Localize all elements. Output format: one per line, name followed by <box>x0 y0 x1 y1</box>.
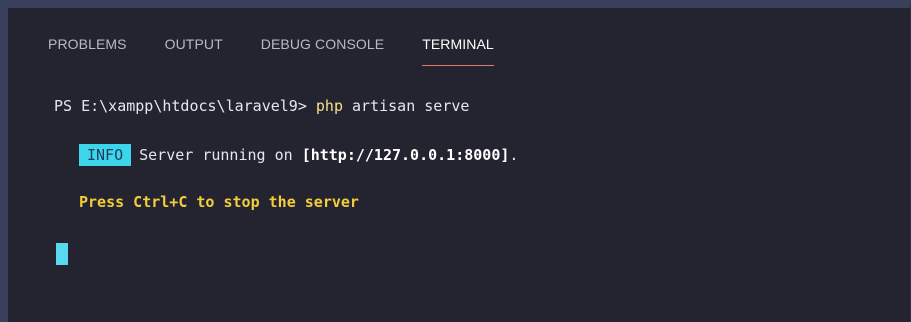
info-text: Server running on <box>139 146 302 164</box>
tab-debug-console[interactable]: DEBUG CONSOLE <box>261 36 384 66</box>
terminal-command: php <box>315 97 343 115</box>
panel-tab-bar: PROBLEMS OUTPUT DEBUG CONSOLE TERMINAL <box>48 36 532 66</box>
tab-output[interactable]: OUTPUT <box>165 36 223 66</box>
terminal-panel: PROBLEMS OUTPUT DEBUG CONSOLE TERMINAL P… <box>0 0 911 322</box>
terminal-output[interactable]: PS E:\xampp\htdocs\laravel9> php artisan… <box>54 94 900 214</box>
info-suffix: . <box>509 146 519 164</box>
info-badge: INFO <box>79 144 132 166</box>
server-url: [http://127.0.0.1:8000] <box>301 146 510 164</box>
terminal-command-args: artisan serve <box>343 97 470 115</box>
terminal-hint: Press Ctrl+C to stop the server <box>79 193 359 211</box>
tab-terminal[interactable]: TERMINAL <box>422 36 494 66</box>
terminal-info-line: INFO Server running on [http://127.0.0.1:… <box>54 143 900 167</box>
terminal-cursor <box>56 243 68 265</box>
tab-problems[interactable]: PROBLEMS <box>48 36 127 66</box>
terminal-prompt: PS E:\xampp\htdocs\laravel9> <box>54 97 316 115</box>
terminal-command-line: PS E:\xampp\htdocs\laravel9> php artisan… <box>54 94 900 118</box>
